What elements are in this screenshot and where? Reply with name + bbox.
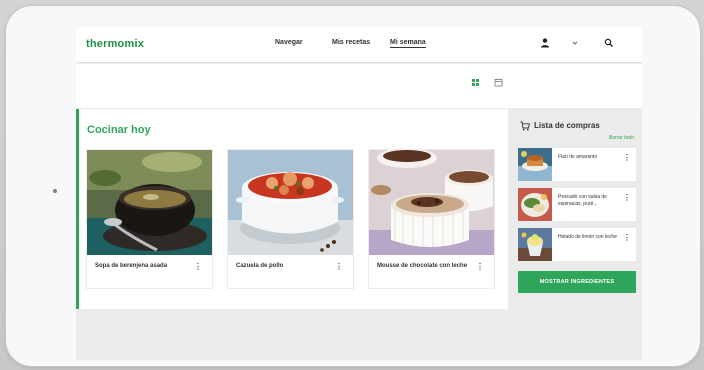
shopping-item-thumbnail <box>518 228 552 261</box>
recipe-more-options-icon[interactable]: ⋮ <box>476 262 484 271</box>
show-ingredients-button[interactable]: MOSTRAR INGREDIENTES <box>518 271 636 293</box>
shopping-item-more-icon[interactable]: ⋮ <box>623 193 631 202</box>
top-navigation-bar: thermomix Navegar Mis recetas Mi semana <box>76 27 642 63</box>
app-screen: thermomix Navegar Mis recetas Mi semana <box>76 27 642 360</box>
recipe-image-eggplant-soup[interactable] <box>87 150 212 255</box>
thermomix-logo[interactable]: thermomix <box>86 38 144 50</box>
section-title: Cocinar hoy <box>87 124 151 136</box>
nav-navegar[interactable]: Navegar <box>275 39 303 46</box>
shopping-item-thumbnail <box>518 148 552 181</box>
recipe-card[interactable]: Mousse de chocolate con leche ⋮ <box>368 149 495 289</box>
shopping-list-item[interactable]: Pescado con salsa de espinacas, puré... … <box>518 188 636 221</box>
recipe-card[interactable]: Cazuela de pollo ⋮ <box>227 149 354 289</box>
shopping-list-title: Lista de compras <box>534 121 600 130</box>
shopping-list-item[interactable]: Helado de limón con leche ⋮ <box>518 228 636 261</box>
recipe-image-chicken-casserole[interactable] <box>228 150 353 255</box>
shopping-item-more-icon[interactable]: ⋮ <box>623 153 631 162</box>
recipe-name[interactable]: Mousse de chocolate con leche <box>377 262 475 271</box>
shopping-list-panel: Lista de compras Borrar todo Flan de ama… <box>512 109 642 334</box>
recipe-more-options-icon[interactable]: ⋮ <box>335 262 343 271</box>
recipe-image-chocolate-mousse[interactable] <box>369 150 494 255</box>
view-toggle-bar <box>76 64 642 108</box>
shopping-item-more-icon[interactable]: ⋮ <box>623 233 631 242</box>
chevron-down-icon[interactable] <box>569 37 581 49</box>
grid-view-icon[interactable] <box>470 77 481 88</box>
tablet-camera-dot <box>53 189 57 193</box>
nav-mi-semana[interactable]: Mi semana <box>390 39 426 48</box>
recipe-card[interactable]: Sopa de berenjena asada ⋮ <box>86 149 213 289</box>
user-icon[interactable] <box>539 37 551 49</box>
shopping-list-item[interactable]: Flan de amaranto ⋮ <box>518 148 636 181</box>
shopping-cart-icon <box>520 121 530 131</box>
shopping-item-name[interactable]: Pescado con salsa de espinacas, puré... <box>558 194 620 208</box>
recipe-more-options-icon[interactable]: ⋮ <box>194 262 202 271</box>
clear-all-link[interactable]: Borrar todo <box>609 135 634 141</box>
recipe-name[interactable]: Cazuela de pollo <box>236 262 334 271</box>
shopping-item-name[interactable]: Flan de amaranto <box>558 154 620 161</box>
nav-mis-recetas[interactable]: Mis recetas <box>332 39 370 46</box>
recipe-name[interactable]: Sopa de berenjena asada <box>95 262 193 271</box>
shopping-item-thumbnail <box>518 188 552 221</box>
search-icon[interactable] <box>603 37 615 49</box>
cook-today-section: Cocinar hoy Sopa de berenjena asada ⋮ Ca… <box>76 109 508 309</box>
shopping-item-name[interactable]: Helado de limón con leche <box>558 234 620 241</box>
calendar-icon[interactable] <box>493 77 504 88</box>
